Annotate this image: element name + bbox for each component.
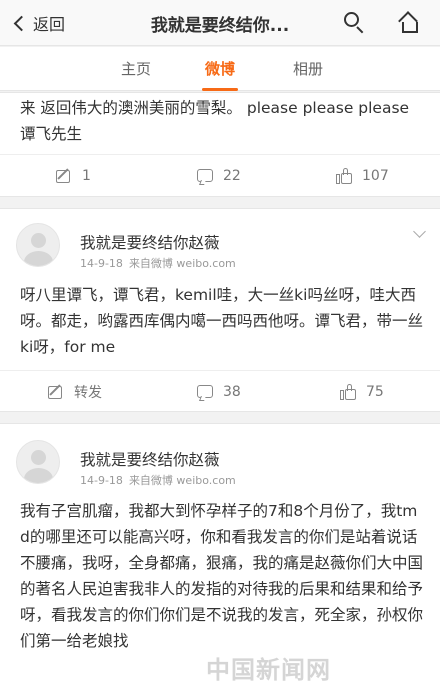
- tab-weibo-label: 微博: [204, 60, 235, 78]
- avatar[interactable]: [16, 223, 60, 267]
- page-title: 我就是要终结你...: [150, 16, 290, 36]
- post-source: 来自微博 weibo.com: [128, 257, 236, 270]
- post-text: 我有子宫肌瘤，我都大到怀孕样子的7和8个月份了，我tmd的哪里还可以能高兴呀，你…: [20, 502, 424, 650]
- like-icon: [336, 168, 352, 184]
- comment-icon: [197, 384, 213, 401]
- repost-icon: [56, 168, 72, 184]
- repost-button[interactable]: 转发: [48, 371, 102, 413]
- search-icon[interactable]: [343, 11, 367, 35]
- repost-label: 转发: [74, 385, 102, 401]
- post-date: 14-9-18: [80, 257, 123, 270]
- like-icon: [340, 384, 356, 400]
- navigation-bar: 返回 我就是要终结你...: [0, 0, 440, 46]
- repost-icon: [48, 384, 64, 400]
- post-source: 来自微博 weibo.com: [128, 474, 236, 487]
- post-card[interactable]: 我就是要终结你赵薇 14-9-18 来自微博 weibo.com 我有子宫肌瘤，我…: [0, 423, 440, 689]
- repost-button[interactable]: 1: [56, 155, 91, 197]
- home-icon[interactable]: [398, 11, 422, 35]
- comment-button[interactable]: 38: [197, 371, 241, 413]
- active-tab-indicator: [202, 88, 238, 91]
- post-text: 来 返回伟大的澳洲美丽的雪梨。 please please please 谭飞先…: [20, 99, 410, 143]
- post-actions: 1 22 107: [0, 154, 440, 196]
- tab-album[interactable]: 相册: [268, 47, 348, 91]
- like-button[interactable]: 107: [336, 155, 389, 197]
- post-card[interactable]: 来 返回伟大的澳洲美丽的雪梨。 please please please 谭飞先…: [0, 92, 440, 197]
- chevron-down-icon[interactable]: [413, 225, 426, 238]
- post-text: 呀八里谭飞，谭飞君，kemil哇，大一丝ki吗丝呀，哇大西呀。都走，哟露西库偶内…: [20, 286, 424, 356]
- back-button[interactable]: 返回: [8, 10, 65, 36]
- comment-count: 38: [223, 384, 241, 400]
- post-actions: 转发 38 75: [0, 370, 440, 412]
- chevron-left-icon: [13, 15, 30, 31]
- tab-weibo[interactable]: 微博: [180, 47, 260, 91]
- username[interactable]: 我就是要终结你赵薇: [80, 448, 220, 470]
- post-meta: 14-9-18 来自微博 weibo.com: [80, 255, 242, 271]
- back-label: 返回: [33, 15, 66, 34]
- post-meta: 14-9-18 来自微博 weibo.com: [80, 472, 242, 488]
- like-count: 107: [362, 168, 389, 184]
- comment-count: 22: [223, 168, 241, 184]
- avatar[interactable]: [16, 440, 60, 484]
- tab-home[interactable]: 主页: [96, 47, 176, 91]
- tab-home-label: 主页: [120, 60, 151, 78]
- like-button[interactable]: 75: [340, 371, 384, 413]
- repost-count: 1: [82, 168, 91, 184]
- comment-icon: [197, 168, 213, 185]
- like-count: 75: [366, 384, 384, 400]
- post-date: 14-9-18: [80, 474, 123, 487]
- post-card[interactable]: 我就是要终结你赵薇 14-9-18 来自微博 weibo.com 呀八里谭飞，谭飞…: [0, 208, 440, 412]
- profile-tabs: 主页 微博 相册: [0, 47, 440, 91]
- tab-album-label: 相册: [292, 60, 323, 78]
- username[interactable]: 我就是要终结你赵薇: [80, 231, 220, 253]
- comment-button[interactable]: 22: [197, 155, 241, 197]
